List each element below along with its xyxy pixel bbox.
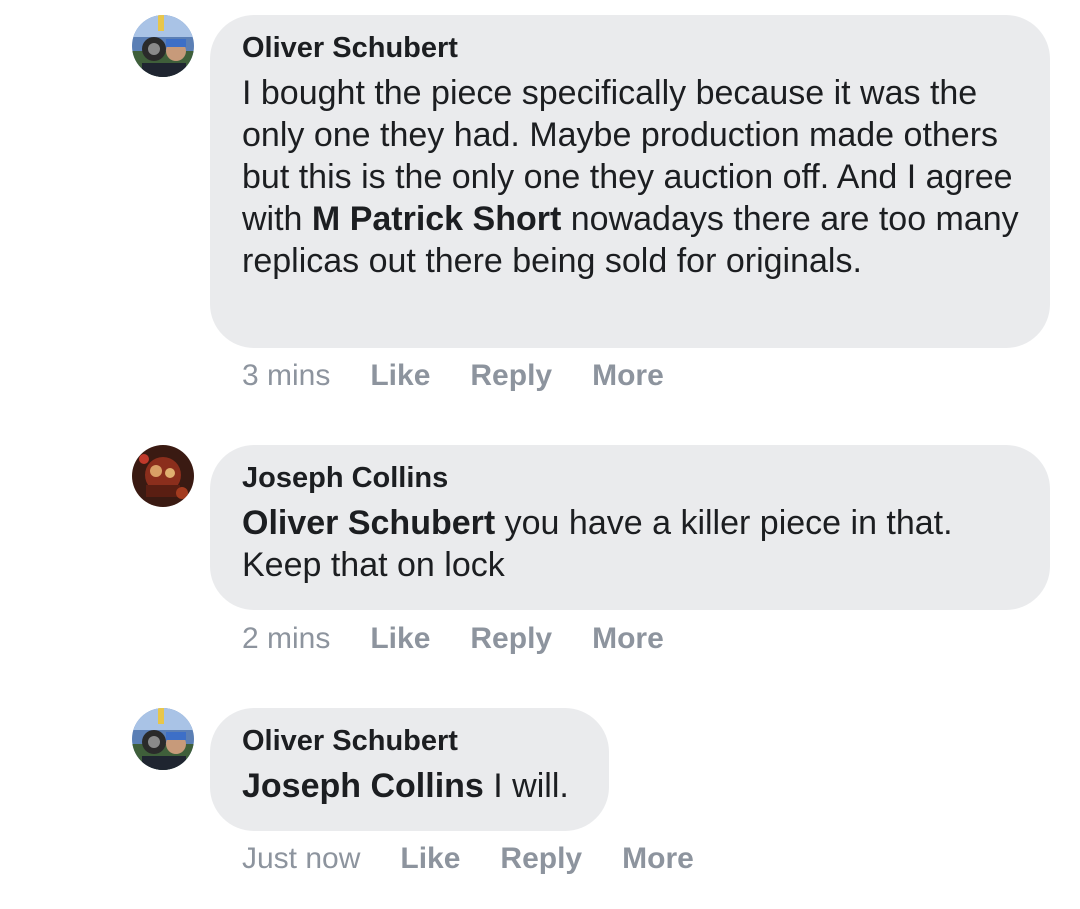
- like-button[interactable]: Like: [370, 621, 430, 657]
- avatar[interactable]: [132, 445, 194, 507]
- comment-actions: 3 mins Like Reply More: [242, 358, 664, 394]
- comment-author[interactable]: Oliver Schubert: [242, 31, 1020, 65]
- more-button[interactable]: More: [622, 841, 694, 877]
- reply-button[interactable]: Reply: [470, 621, 552, 657]
- comment-bubble: Oliver Schubert I bought the piece speci…: [210, 15, 1050, 348]
- mention-link[interactable]: Oliver Schubert: [242, 504, 495, 542]
- comment-actions: Just now Like Reply More: [242, 841, 694, 877]
- comment-author[interactable]: Joseph Collins: [242, 461, 1020, 495]
- comment-timestamp[interactable]: 3 mins: [242, 358, 330, 394]
- comment-text-part: I will.: [483, 767, 569, 805]
- comment-author[interactable]: Oliver Schubert: [242, 724, 579, 758]
- comment-bubble: Oliver Schubert Joseph Collins I will.: [210, 708, 609, 831]
- comment-bubble: Joseph Collins Oliver Schubert you have …: [210, 445, 1050, 610]
- like-button[interactable]: Like: [400, 841, 460, 877]
- reply-button[interactable]: Reply: [500, 841, 582, 877]
- comment-actions: 2 mins Like Reply More: [242, 621, 664, 657]
- more-button[interactable]: More: [592, 621, 664, 657]
- comment-text: I bought the piece specifically because …: [242, 72, 1020, 282]
- comment-timestamp[interactable]: Just now: [242, 841, 360, 877]
- comment-text: Joseph Collins I will.: [242, 765, 579, 807]
- like-button[interactable]: Like: [370, 358, 430, 394]
- comment-text: Oliver Schubert you have a killer piece …: [242, 502, 1020, 586]
- mention-link[interactable]: M Patrick Short: [312, 200, 561, 238]
- reply-button[interactable]: Reply: [470, 358, 552, 394]
- mention-link[interactable]: Joseph Collins: [242, 767, 484, 805]
- comment-timestamp[interactable]: 2 mins: [242, 621, 330, 657]
- person-photo-icon: [132, 445, 194, 507]
- avatar[interactable]: [132, 708, 194, 770]
- person-photo-icon: [132, 15, 194, 77]
- person-photo-icon: [132, 708, 194, 770]
- more-button[interactable]: More: [592, 358, 664, 394]
- avatar[interactable]: [132, 15, 194, 77]
